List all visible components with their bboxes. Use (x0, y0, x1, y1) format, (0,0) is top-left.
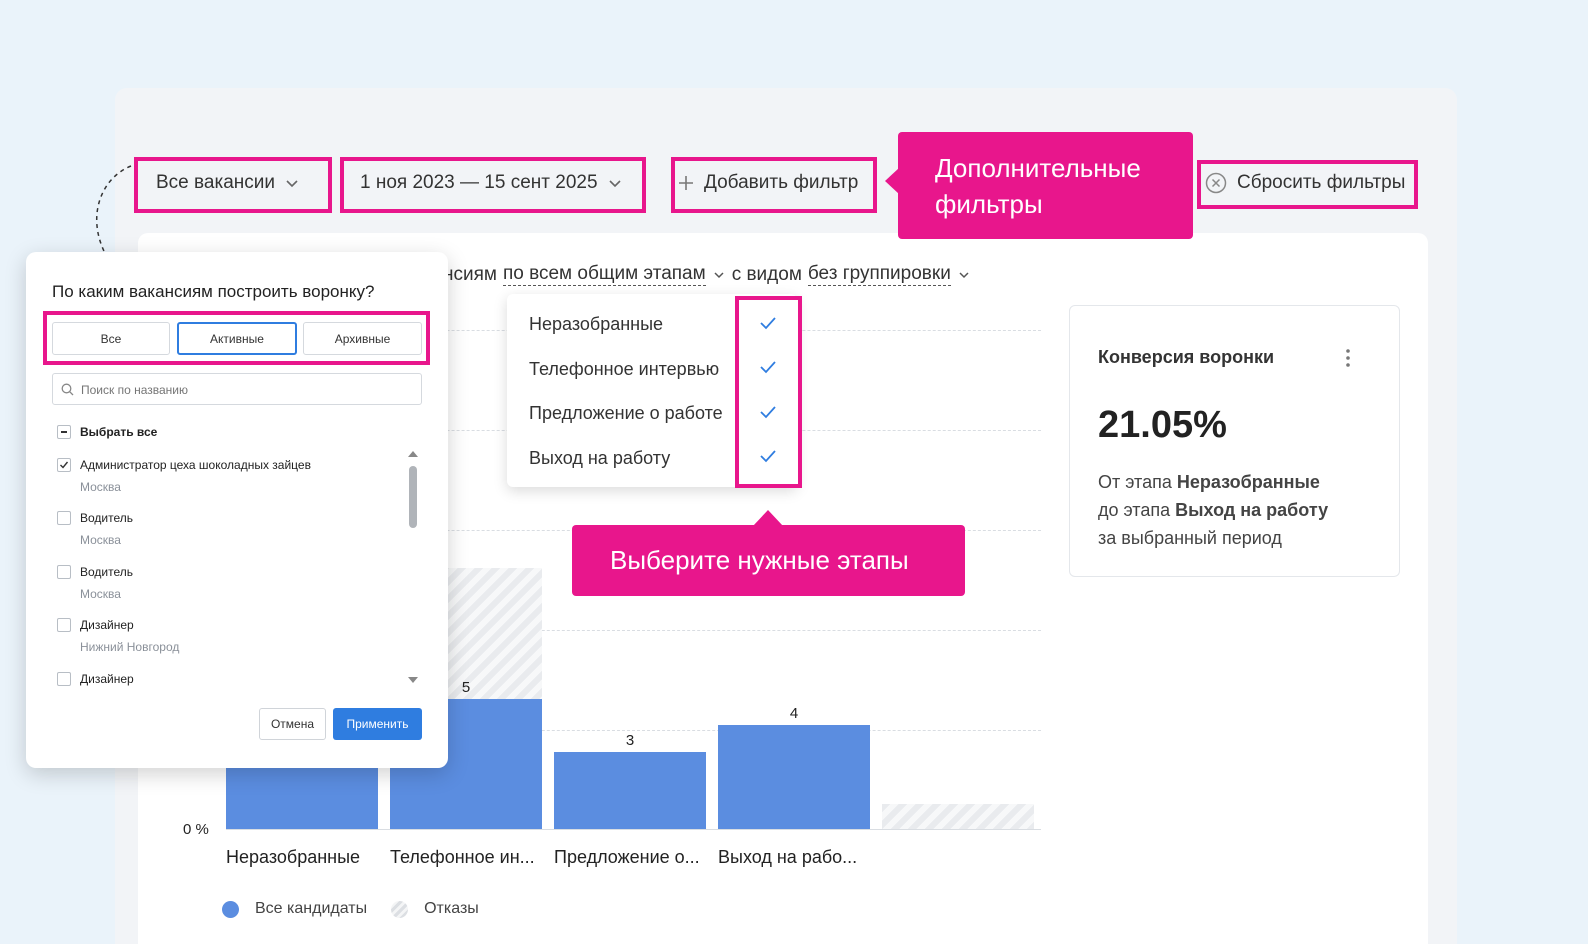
highlight-segments (43, 311, 430, 365)
period-filter-label: 1 ноя 2023 — 15 сент 2025 (360, 172, 598, 193)
select-all-checkbox[interactable] (57, 425, 71, 439)
vacancy-title-3[interactable]: Водитель (80, 565, 133, 579)
chart-subheader: нсиям по всем общим этапам с видом без г… (443, 263, 971, 286)
stage-item-1[interactable]: Неразобранные (529, 314, 663, 335)
vacancy-city-2: Москва (80, 533, 121, 547)
legend-dot-all-candidates (222, 900, 239, 918)
vacancy-title-1[interactable]: Администратор цеха шоколадных зайцев (80, 458, 311, 472)
reset-filters-button[interactable]: Сбросить фильтры (1205, 172, 1405, 194)
bar-data-label-3: 3 (625, 732, 635, 749)
chevron-down-icon[interactable] (957, 268, 971, 282)
search-icon (61, 383, 74, 396)
vacancy-checkbox-1[interactable] (57, 458, 71, 472)
stage-item-4[interactable]: Выход на работу (529, 448, 670, 469)
more-vertical-icon[interactable] (1342, 348, 1354, 368)
bar-data-label-4: 4 (789, 705, 799, 722)
chart-baseline (226, 829, 1041, 830)
vacancy-checkbox-5[interactable] (57, 672, 71, 686)
callout-pointer (885, 168, 899, 194)
legend-label-refusals[interactable]: Отказы (424, 900, 479, 918)
add-filter-label: Добавить фильтр (704, 172, 859, 193)
search-field[interactable] (52, 373, 422, 405)
close-circle-icon (1205, 172, 1227, 194)
y-axis-tick-label: 0 % (183, 821, 209, 838)
vacancy-city-3: Москва (80, 587, 121, 601)
x-axis-label-3: Предложение о... (554, 847, 700, 867)
apply-button[interactable]: Применить (333, 708, 422, 740)
add-filter-button[interactable]: Добавить фильтр (678, 172, 858, 194)
bar-data-label-2: 5 (461, 679, 471, 696)
scrollbar-thumb[interactable] (409, 466, 417, 528)
chevron-down-icon (286, 180, 298, 188)
legend-label-all-candidates[interactable]: Все кандидаты (255, 900, 367, 918)
kpi-from-prefix: От этапа (1098, 472, 1172, 492)
vacancies-filter-button[interactable]: Все вакансии (156, 172, 299, 194)
kpi-title: Конверсия воронки (1098, 347, 1275, 367)
check-icon (60, 461, 69, 469)
bar-all-candidates-1 (226, 760, 378, 829)
stages-selector-link[interactable]: по всем общим этапам (502, 263, 706, 286)
vacancy-checkbox-3[interactable] (57, 565, 71, 579)
period-filter-button[interactable]: 1 ноя 2023 — 15 сент 2025 (360, 172, 622, 194)
x-axis-label-2: Телефонное ин... (390, 847, 535, 867)
reset-filters-label: Сбросить фильтры (1237, 172, 1406, 193)
kpi-to-stage: Выход на работу (1175, 500, 1329, 520)
select-all-label[interactable]: Выбрать все (80, 425, 157, 439)
kpi-description: От этапа Неразобранные до этапа Выход на… (1098, 468, 1328, 552)
callout-pointer-up (753, 510, 783, 526)
bar-refusals-5 (882, 804, 1034, 829)
choose-stages-callout-text: Выберите нужные этапы (610, 545, 909, 575)
chart-legend: Все кандидаты Отказы (222, 900, 479, 918)
choose-stages-callout: Выберите нужные этапы (572, 525, 965, 596)
bar-all-candidates-3 (554, 752, 706, 829)
stage-item-3[interactable]: Предложение о работе (529, 403, 723, 424)
chevron-down-icon[interactable] (712, 268, 726, 282)
vacancy-city-1: Москва (80, 480, 121, 494)
plus-icon (679, 176, 693, 190)
kpi-value: 21.05% (1098, 404, 1227, 446)
x-axis-label-1: Неразобранные (226, 847, 361, 867)
vacancy-city-4: Нижний Новгород (80, 640, 180, 654)
grouping-selector-link[interactable]: без группировки (807, 263, 951, 286)
extra-filters-callout-line2: фильтры (935, 189, 1043, 219)
bar-all-candidates-4 (718, 725, 870, 829)
subheader-prefix: нсиям (443, 263, 497, 285)
search-input[interactable] (79, 379, 413, 401)
indeterminate-mark (61, 431, 67, 433)
cancel-button[interactable]: Отмена (259, 708, 326, 740)
vacancy-title-2[interactable]: Водитель (80, 511, 133, 525)
vacancy-checkbox-2[interactable] (57, 511, 71, 525)
x-axis-label-4: Выход на рабо... (718, 847, 858, 867)
subheader-middle: с видом (731, 263, 802, 285)
conversion-kpi-card: Конверсия воронки 21.05% От этапа Неразо… (1069, 305, 1400, 577)
chevron-down-icon (608, 180, 621, 188)
scroll-up-arrow-icon[interactable] (407, 450, 419, 458)
extra-filters-callout: Дополнительные фильтры (898, 132, 1193, 239)
legend-dot-refusals (391, 900, 409, 918)
stage-item-2[interactable]: Телефонное интервью (529, 359, 719, 380)
kpi-period: за выбранный период (1098, 528, 1282, 548)
vacancy-title-4[interactable]: Дизайнер (80, 618, 134, 632)
popup-question: По каким вакансиям построить воронку? (52, 282, 375, 301)
extra-filters-callout-line1: Дополнительные (935, 153, 1141, 183)
highlight-stage-checks (735, 296, 802, 488)
vacancies-filter-label: Все вакансии (156, 172, 275, 193)
vacancy-checkbox-4[interactable] (57, 618, 71, 632)
vacancy-title-5[interactable]: Дизайнер (80, 672, 134, 686)
kpi-from-stage: Неразобранные (1176, 472, 1320, 492)
kpi-to-prefix: до этапа (1098, 500, 1171, 520)
scroll-down-arrow-icon[interactable] (407, 676, 419, 684)
